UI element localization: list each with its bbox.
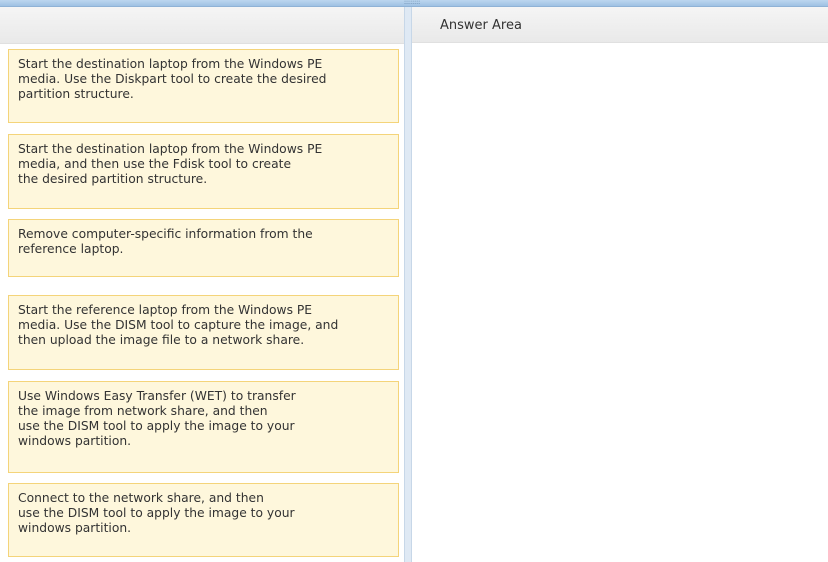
answer-area-title: Answer Area [440, 18, 522, 33]
pane-splitter[interactable] [404, 7, 412, 562]
splitter-grip[interactable]: :::::::: [404, 0, 420, 6]
option-card-capture-image[interactable]: Start the reference laptop from the Wind… [8, 295, 399, 370]
option-card-remove-info[interactable]: Remove computer-specific information fro… [8, 219, 399, 277]
option-card-fdisk[interactable]: Start the destination laptop from the Wi… [8, 134, 399, 209]
option-card-wet-transfer[interactable]: Use Windows Easy Transfer (WET) to trans… [8, 381, 399, 473]
option-card-diskpart[interactable]: Start the destination laptop from the Wi… [8, 49, 399, 123]
option-card-network-share[interactable]: Connect to the network share, and then u… [8, 483, 399, 557]
answer-area-header: Answer Area [412, 7, 828, 43]
answer-area-pane[interactable]: Answer Area [412, 7, 828, 562]
options-header [0, 7, 404, 44]
